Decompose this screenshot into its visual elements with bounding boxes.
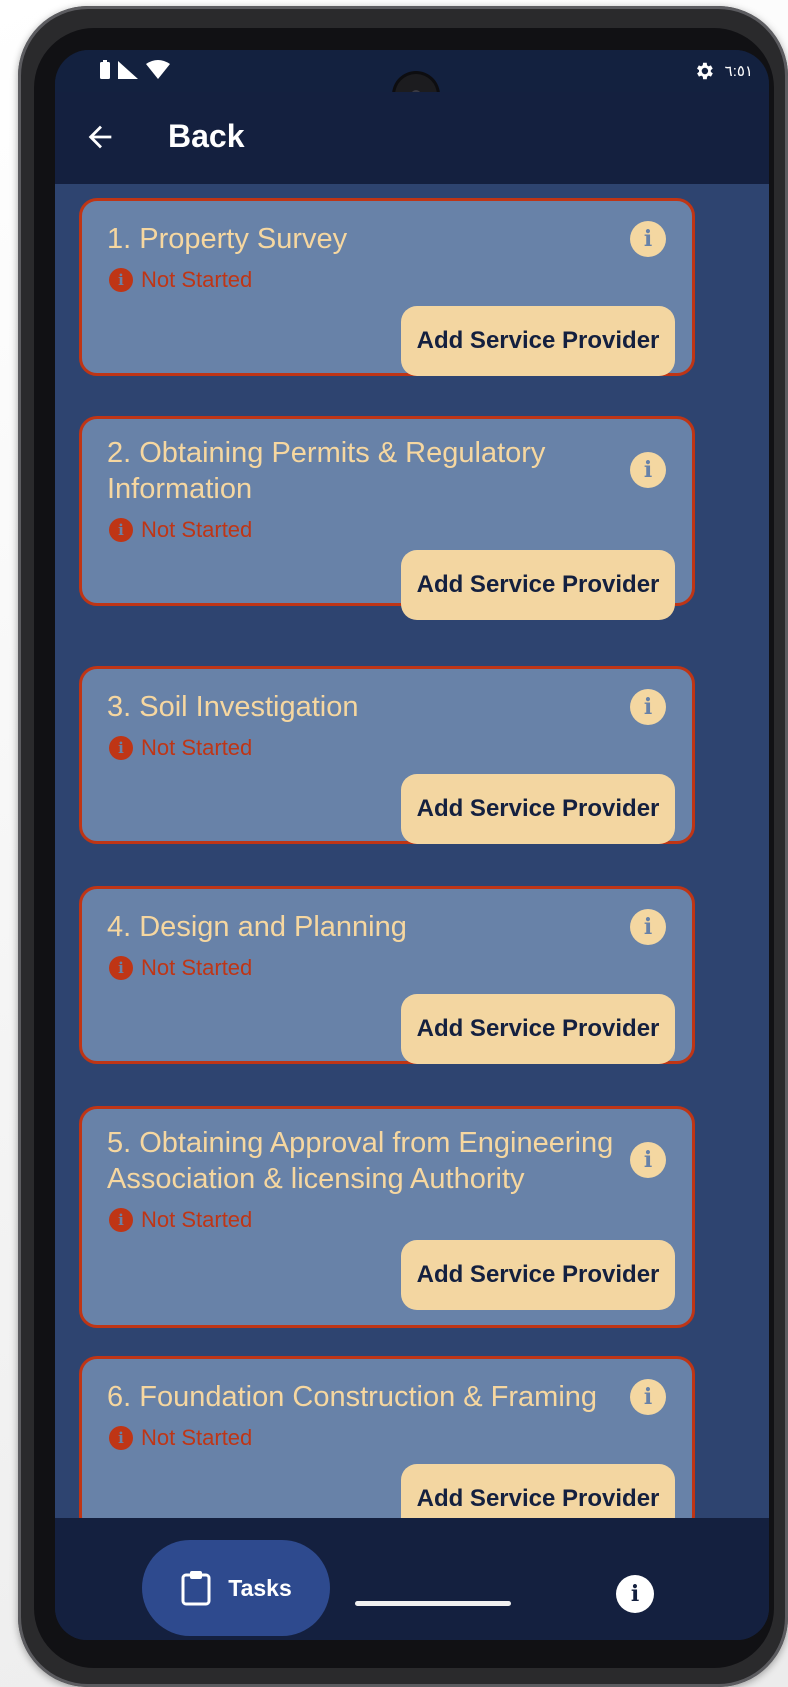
alert-icon: i	[109, 518, 133, 542]
clipboard-icon	[181, 1571, 211, 1606]
alert-icon: i	[109, 268, 133, 292]
add-service-provider-button[interactable]: Add Service Provider	[401, 1240, 675, 1310]
task-card: 6. Foundation Construction & Framing i i…	[79, 1356, 695, 1518]
status-icons-left	[99, 60, 171, 80]
status-icons-right: ٦:٥١	[693, 60, 753, 82]
tab-tasks-label: Tasks	[228, 1574, 292, 1601]
status-label: Not Started	[141, 517, 253, 542]
task-list[interactable]: 1. Property Survey i i Not Started Add S…	[55, 184, 769, 1518]
battery-icon	[100, 60, 110, 79]
back-label[interactable]: Back	[168, 118, 245, 155]
task-status: i Not Started	[109, 955, 252, 981]
info-icon[interactable]: i	[616, 1575, 654, 1613]
info-icon[interactable]: i	[630, 1142, 666, 1178]
info-icon[interactable]: i	[630, 909, 666, 945]
add-service-provider-button[interactable]: Add Service Provider	[401, 994, 675, 1064]
task-status: i Not Started	[109, 1425, 252, 1451]
gesture-handle	[355, 1601, 511, 1606]
info-icon[interactable]: i	[630, 221, 666, 257]
add-service-provider-button[interactable]: Add Service Provider	[401, 306, 675, 376]
alert-icon: i	[109, 956, 133, 980]
task-title: 4. Design and Planning	[107, 911, 407, 943]
task-card: 1. Property Survey i i Not Started Add S…	[79, 198, 695, 376]
task-title: 3. Soil Investigation	[107, 691, 359, 723]
task-title: 2. Obtaining Permits & Regulatory Inform…	[107, 437, 546, 505]
task-status: i Not Started	[109, 517, 252, 543]
app-bar: Back	[55, 92, 769, 184]
alert-icon: i	[109, 736, 133, 760]
task-card: 3. Soil Investigation i i Not Started Ad…	[79, 666, 695, 844]
add-service-provider-button[interactable]: Add Service Provider	[401, 1464, 675, 1518]
alert-icon: i	[109, 1208, 133, 1232]
alert-icon: i	[109, 1426, 133, 1450]
status-time: ٦:٥١	[724, 63, 753, 80]
status-label: Not Started	[141, 735, 253, 760]
gear-icon	[696, 62, 713, 80]
info-icon[interactable]: i	[630, 452, 666, 488]
signal-icon	[118, 61, 138, 79]
task-card: 5. Obtaining Approval from Engineering A…	[79, 1106, 695, 1328]
arrow-left-icon[interactable]	[83, 120, 117, 154]
status-label: Not Started	[141, 1207, 253, 1232]
info-icon[interactable]: i	[630, 1379, 666, 1415]
task-title: 5. Obtaining Approval from Engineering A…	[107, 1127, 614, 1195]
app-screen: ٦:٥١ Back 1. Property Survey i i Not Sta…	[55, 50, 769, 1640]
wifi-icon	[146, 60, 170, 79]
bottom-navigation: Tasks i	[55, 1518, 769, 1640]
task-status: i Not Started	[109, 1207, 252, 1233]
add-service-provider-button[interactable]: Add Service Provider	[401, 774, 675, 844]
task-title: 6. Foundation Construction & Framing	[107, 1381, 598, 1413]
status-label: Not Started	[141, 267, 253, 292]
task-card: 4. Design and Planning i i Not Started A…	[79, 886, 695, 1064]
task-status: i Not Started	[109, 735, 252, 761]
status-label: Not Started	[141, 1425, 253, 1450]
tab-tasks[interactable]: Tasks	[142, 1540, 330, 1636]
task-status: i Not Started	[109, 267, 252, 293]
status-label: Not Started	[141, 955, 253, 980]
add-service-provider-button[interactable]: Add Service Provider	[401, 550, 675, 620]
task-title: 1. Property Survey	[107, 223, 348, 255]
task-card: 2. Obtaining Permits & Regulatory Inform…	[79, 416, 695, 620]
info-icon[interactable]: i	[630, 689, 666, 725]
